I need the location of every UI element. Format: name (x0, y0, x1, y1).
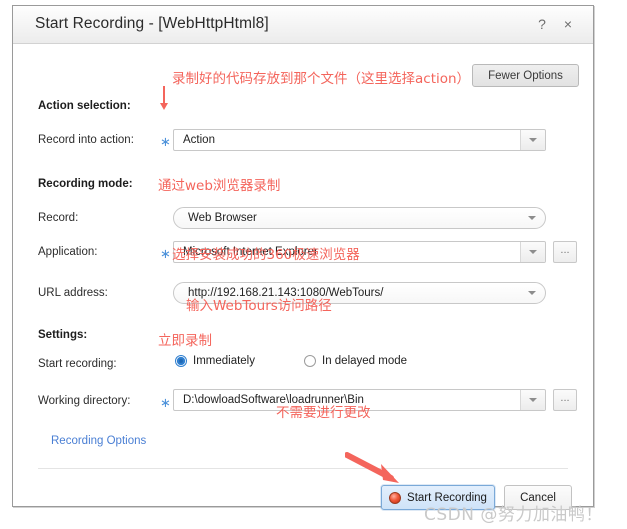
annotation-action-note: 录制好的代码存放到那个文件（这里选择action） (172, 71, 471, 87)
chevron-down-icon[interactable] (520, 390, 545, 410)
dialog-title: Start Recording - [WebHttpHtml8] (35, 15, 269, 32)
help-icon[interactable]: ? (533, 16, 551, 32)
annotation-arrow-to-action-field (160, 86, 168, 110)
footer-separator (38, 468, 568, 469)
record-value: Web Browser (188, 212, 257, 224)
radio-label-immediately: Immediately (193, 355, 255, 367)
annotation-url-note: 输入WebTours访问路径 (186, 298, 332, 314)
record-icon (389, 491, 402, 504)
required-marker-application: ∗ (160, 246, 171, 261)
dialog-titlebar: Start Recording - [WebHttpHtml8] ? × (13, 6, 593, 44)
annotation-workdir-note: 不需要进行更改 (276, 405, 371, 421)
group-heading-settings: Settings: (38, 329, 88, 341)
watermark-text: CSDN @努力加油鸭！ (424, 505, 603, 525)
annotation-application-note: 选择安装成功的360极速浏览器 (172, 247, 360, 263)
chevron-down-icon[interactable] (519, 208, 545, 228)
group-heading-action-selection: Action selection: (38, 100, 131, 112)
required-marker-record-into-action: ∗ (160, 134, 171, 149)
annotation-start-note: 立即录制 (158, 333, 212, 349)
recording-options-link[interactable]: Recording Options (51, 435, 146, 447)
label-start-recording: Start recording: (38, 358, 117, 370)
chevron-down-icon[interactable] (520, 242, 545, 262)
label-record: Record: (38, 212, 79, 224)
close-icon[interactable]: × (559, 16, 577, 32)
radio-immediately[interactable]: Immediately (175, 355, 255, 367)
group-heading-recording-mode: Recording mode: (38, 178, 133, 190)
label-url-address: URL address: (38, 287, 108, 299)
working-directory-browse-button[interactable]: ... (553, 389, 577, 411)
record-combo[interactable]: Web Browser (173, 207, 546, 229)
chevron-down-icon[interactable] (519, 283, 545, 303)
dialog-content: Fewer Options Action selection: Record i… (13, 44, 593, 510)
radio-dot-delayed-icon (304, 355, 316, 367)
record-into-action-value: Action (183, 134, 215, 146)
annotation-record-note: 通过web浏览器录制 (158, 178, 281, 194)
application-browse-button[interactable]: ... (553, 241, 577, 263)
label-application: Application: (38, 246, 98, 258)
label-record-into-action: Record into action: (38, 134, 134, 146)
record-into-action-combo[interactable]: Action (173, 129, 546, 151)
required-marker-working-directory: ∗ (160, 395, 171, 410)
fewer-options-button[interactable]: Fewer Options (472, 64, 579, 87)
chevron-down-icon[interactable] (520, 130, 545, 150)
label-working-directory: Working directory: (38, 395, 131, 407)
radio-in-delayed-mode[interactable]: In delayed mode (304, 355, 407, 367)
radio-dot-immediately-icon (175, 355, 187, 367)
radio-label-in-delayed-mode: In delayed mode (322, 355, 408, 367)
annotation-arrow-to-start-button (345, 452, 399, 483)
